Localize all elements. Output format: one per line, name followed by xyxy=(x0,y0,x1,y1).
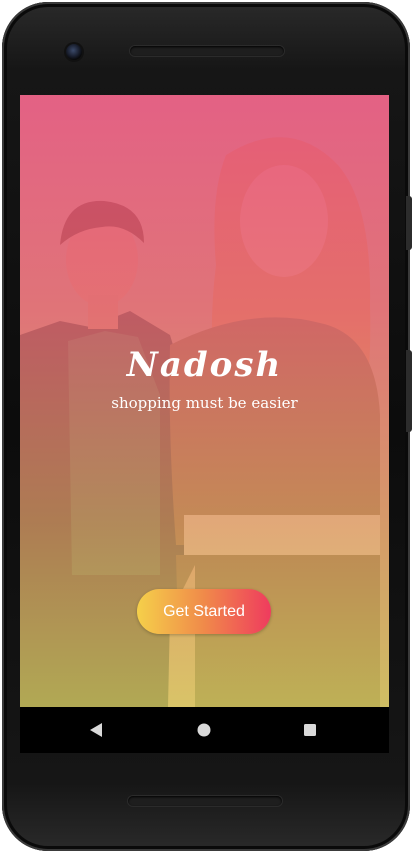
welcome-screen: Nadosh shopping must be easier Get Start… xyxy=(20,95,389,707)
power-button xyxy=(406,350,412,432)
recents-square-icon[interactable] xyxy=(297,717,323,743)
volume-button xyxy=(406,196,412,250)
bottom-speaker xyxy=(128,796,282,806)
brand-title: Nadosh xyxy=(126,345,283,385)
system-navigation-bar xyxy=(20,707,389,753)
top-speaker xyxy=(130,46,284,56)
home-circle-icon[interactable] xyxy=(191,717,217,743)
back-triangle-icon[interactable] xyxy=(83,717,109,743)
get-started-button[interactable]: Get Started xyxy=(137,589,271,634)
brand-tagline: shopping must be easier xyxy=(111,394,298,412)
front-camera xyxy=(66,44,82,60)
